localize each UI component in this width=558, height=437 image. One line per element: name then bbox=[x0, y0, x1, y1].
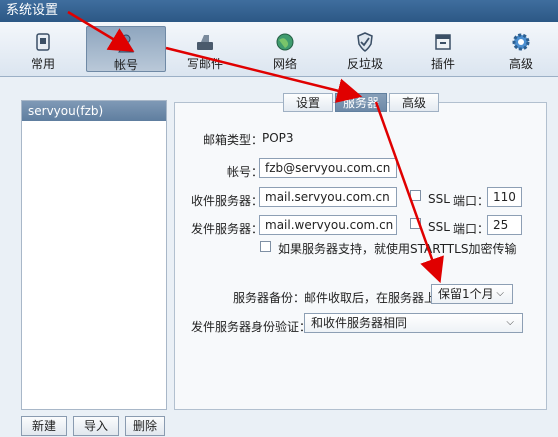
server-backup-desc: 邮件收取后，在服务器上 bbox=[304, 291, 437, 305]
account-label: 帐号： bbox=[227, 165, 264, 179]
general-icon bbox=[36, 33, 50, 51]
new-account-button[interactable]: 新建 bbox=[21, 416, 67, 436]
smtp-auth-select[interactable]: 和收件服务器相同 ⌵ bbox=[304, 313, 523, 333]
tab-settings[interactable]: 设置 bbox=[283, 93, 333, 112]
toolbar-item-label: 高级 bbox=[508, 57, 533, 71]
smtp-auth-value: 和收件服务器相同 bbox=[311, 316, 408, 330]
starttls-label: 如果服务器支持，就使用STARTTLS加密传输 bbox=[278, 242, 517, 256]
toolbar-item-network[interactable]: 网络 bbox=[250, 26, 320, 72]
chevron-down-icon: ⌵ bbox=[506, 317, 514, 328]
account-list-item[interactable]: servyou(fzb) bbox=[22, 101, 166, 121]
toolbar-item-antispam[interactable]: 反垃圾 bbox=[330, 26, 400, 72]
globe-icon bbox=[276, 33, 294, 51]
account-icon bbox=[118, 34, 134, 53]
delete-account-button[interactable]: 删除 bbox=[125, 416, 165, 436]
toolbar-item-label: 写邮件 bbox=[186, 57, 223, 71]
outgoing-ssl-label: SSL bbox=[428, 220, 450, 234]
incoming-server-field[interactable]: mail.servyou.com.cn bbox=[259, 187, 397, 207]
window-title: 系统设置 bbox=[0, 0, 558, 22]
toolbar-item-label: 反垃圾 bbox=[346, 57, 383, 71]
toolbar-item-advanced[interactable]: 高级 bbox=[486, 26, 556, 72]
outgoing-port-label: 端口： bbox=[453, 222, 490, 236]
outgoing-ssl-checkbox[interactable] bbox=[410, 218, 421, 229]
smtp-auth-label: 发件服务器身份验证： bbox=[191, 320, 312, 334]
backup-period-select[interactable]: 保留1个月 ⌵ bbox=[431, 284, 513, 304]
toolbar-item-account[interactable]: 帐号 bbox=[86, 26, 166, 72]
gear-icon bbox=[512, 33, 530, 51]
incoming-ssl-checkbox[interactable] bbox=[410, 190, 421, 201]
incoming-port-field[interactable]: 110 bbox=[487, 187, 522, 207]
toolbar-item-general[interactable]: 常用 bbox=[8, 26, 78, 72]
outgoing-server-label: 发件服务器： bbox=[191, 222, 264, 236]
tab-server[interactable]: 服务器 bbox=[335, 93, 387, 112]
toolbar-item-label: 插件 bbox=[430, 57, 455, 71]
incoming-port-label: 端口： bbox=[453, 194, 490, 208]
incoming-server-label: 收件服务器： bbox=[191, 194, 264, 208]
tab-advanced[interactable]: 高级 bbox=[389, 93, 439, 112]
incoming-ssl-label: SSL bbox=[428, 192, 450, 206]
outgoing-server-field[interactable]: mail.wervyou.com.cn bbox=[259, 215, 397, 235]
toolbar-item-label: 网络 bbox=[272, 57, 297, 71]
starttls-checkbox[interactable] bbox=[260, 241, 271, 252]
toolbar: 常用 帐号 写邮件 网络 反垃圾 插件 高级 bbox=[0, 22, 558, 77]
shield-icon bbox=[357, 32, 373, 52]
account-field[interactable]: fzb@servyou.com.cn bbox=[259, 158, 397, 178]
import-account-button[interactable]: 导入 bbox=[73, 416, 119, 436]
mailbox-type-label: 邮箱类型： bbox=[203, 133, 264, 147]
compose-icon bbox=[197, 35, 213, 50]
toolbar-item-compose[interactable]: 写邮件 bbox=[170, 26, 240, 72]
toolbar-item-plugin[interactable]: 插件 bbox=[408, 26, 478, 72]
plugin-icon bbox=[435, 34, 451, 50]
chevron-down-icon: ⌵ bbox=[496, 288, 504, 299]
server-backup-label: 服务器备份： bbox=[233, 291, 306, 305]
account-list[interactable]: servyou(fzb) bbox=[21, 100, 167, 410]
toolbar-item-label: 常用 bbox=[30, 57, 55, 71]
backup-period-value: 保留1个月 bbox=[438, 287, 494, 301]
outgoing-port-field[interactable]: 25 bbox=[487, 215, 522, 235]
mailbox-type-value: POP3 bbox=[262, 131, 294, 145]
toolbar-item-label: 帐号 bbox=[113, 58, 138, 72]
